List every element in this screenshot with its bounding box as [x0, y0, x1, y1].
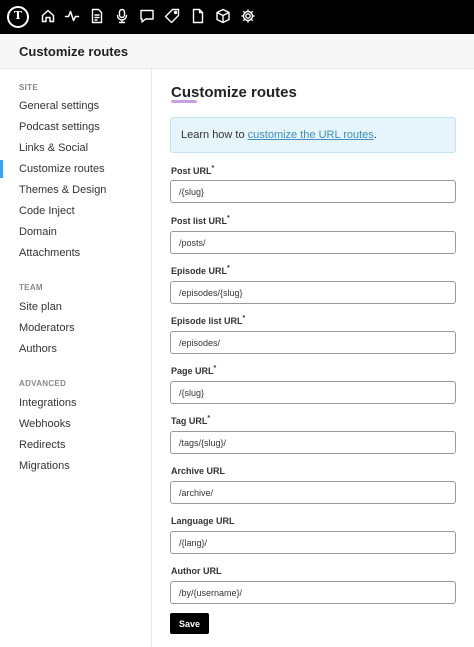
- sidebar-item-webhooks[interactable]: Webhooks: [0, 414, 151, 434]
- info-text-suffix: .: [373, 129, 377, 141]
- sidebar-item-redirects[interactable]: Redirects: [0, 435, 151, 455]
- sidebar-item-customize-routes[interactable]: Customize routes: [0, 159, 151, 179]
- page-title: Customize routes: [171, 84, 297, 101]
- home-icon[interactable]: [40, 8, 56, 24]
- header-title: Customize routes: [19, 44, 129, 59]
- info-banner: Learn how to customize the URL routes.: [170, 117, 456, 153]
- episode-list-url-label: Episode list URL*: [171, 315, 246, 326]
- page-icon[interactable]: [190, 8, 206, 24]
- post-list-url-input[interactable]: [170, 231, 456, 254]
- post-url-input[interactable]: [170, 180, 456, 203]
- sidebar-item-podcast-settings[interactable]: Podcast settings: [0, 117, 151, 137]
- customize-url-routes-link[interactable]: customize the URL routes: [248, 129, 374, 141]
- save-button[interactable]: Save: [170, 613, 209, 634]
- comment-icon[interactable]: [139, 8, 155, 24]
- archive-url-label: Archive URL: [171, 466, 226, 476]
- document-icon[interactable]: [89, 8, 105, 24]
- microphone-icon[interactable]: [114, 8, 130, 24]
- sidebar-item-links-social[interactable]: Links & Social: [0, 138, 151, 158]
- info-text-prefix: Learn how to: [181, 129, 248, 141]
- tag-url-input[interactable]: [170, 431, 456, 454]
- logo[interactable]: T: [7, 6, 29, 28]
- cube-icon[interactable]: [215, 8, 231, 24]
- sidebar-item-domain[interactable]: Domain: [0, 222, 151, 242]
- sidebar-section-team: TEAM: [19, 283, 43, 292]
- sidebar-item-themes-design[interactable]: Themes & Design: [0, 180, 151, 200]
- tag-icon[interactable]: [164, 8, 180, 24]
- activity-icon[interactable]: [64, 8, 80, 24]
- tag-url-label: Tag URL*: [171, 415, 211, 426]
- sidebar-item-authors[interactable]: Authors: [0, 339, 151, 359]
- sidebar-item-attachments[interactable]: Attachments: [0, 243, 151, 263]
- episode-url-input[interactable]: [170, 281, 456, 304]
- page-url-input[interactable]: [170, 381, 456, 404]
- logo-letter: T: [13, 9, 23, 22]
- post-url-label: Post URL*: [171, 165, 215, 176]
- author-url-input[interactable]: [170, 581, 456, 604]
- top-navigation-bar: T: [0, 0, 474, 34]
- archive-url-input[interactable]: [170, 481, 456, 504]
- post-list-url-label: Post list URL*: [171, 215, 230, 226]
- main-content: Customize routes Learn how to customize …: [152, 69, 474, 647]
- title-underline: [171, 100, 197, 103]
- sidebar-item-moderators[interactable]: Moderators: [0, 318, 151, 338]
- sidebar-item-site-plan[interactable]: Site plan: [0, 297, 151, 317]
- sidebar-item-integrations[interactable]: Integrations: [0, 393, 151, 413]
- sidebar-section-advanced: ADVANCED: [19, 379, 67, 388]
- episode-url-label: Episode URL*: [171, 265, 230, 276]
- page-header: Customize routes: [0, 34, 474, 69]
- language-url-input[interactable]: [170, 531, 456, 554]
- author-url-label: Author URL: [171, 566, 222, 576]
- settings-sidebar: SITE General settings Podcast settings L…: [0, 69, 152, 647]
- sidebar-item-code-inject[interactable]: Code Inject: [0, 201, 151, 221]
- sidebar-item-general-settings[interactable]: General settings: [0, 96, 151, 116]
- sidebar-item-migrations[interactable]: Migrations: [0, 456, 151, 476]
- gear-icon[interactable]: [240, 8, 256, 24]
- sidebar-section-site: SITE: [19, 83, 38, 92]
- language-url-label: Language URL: [171, 516, 235, 526]
- episode-list-url-input[interactable]: [170, 331, 456, 354]
- page-url-label: Page URL*: [171, 365, 217, 376]
